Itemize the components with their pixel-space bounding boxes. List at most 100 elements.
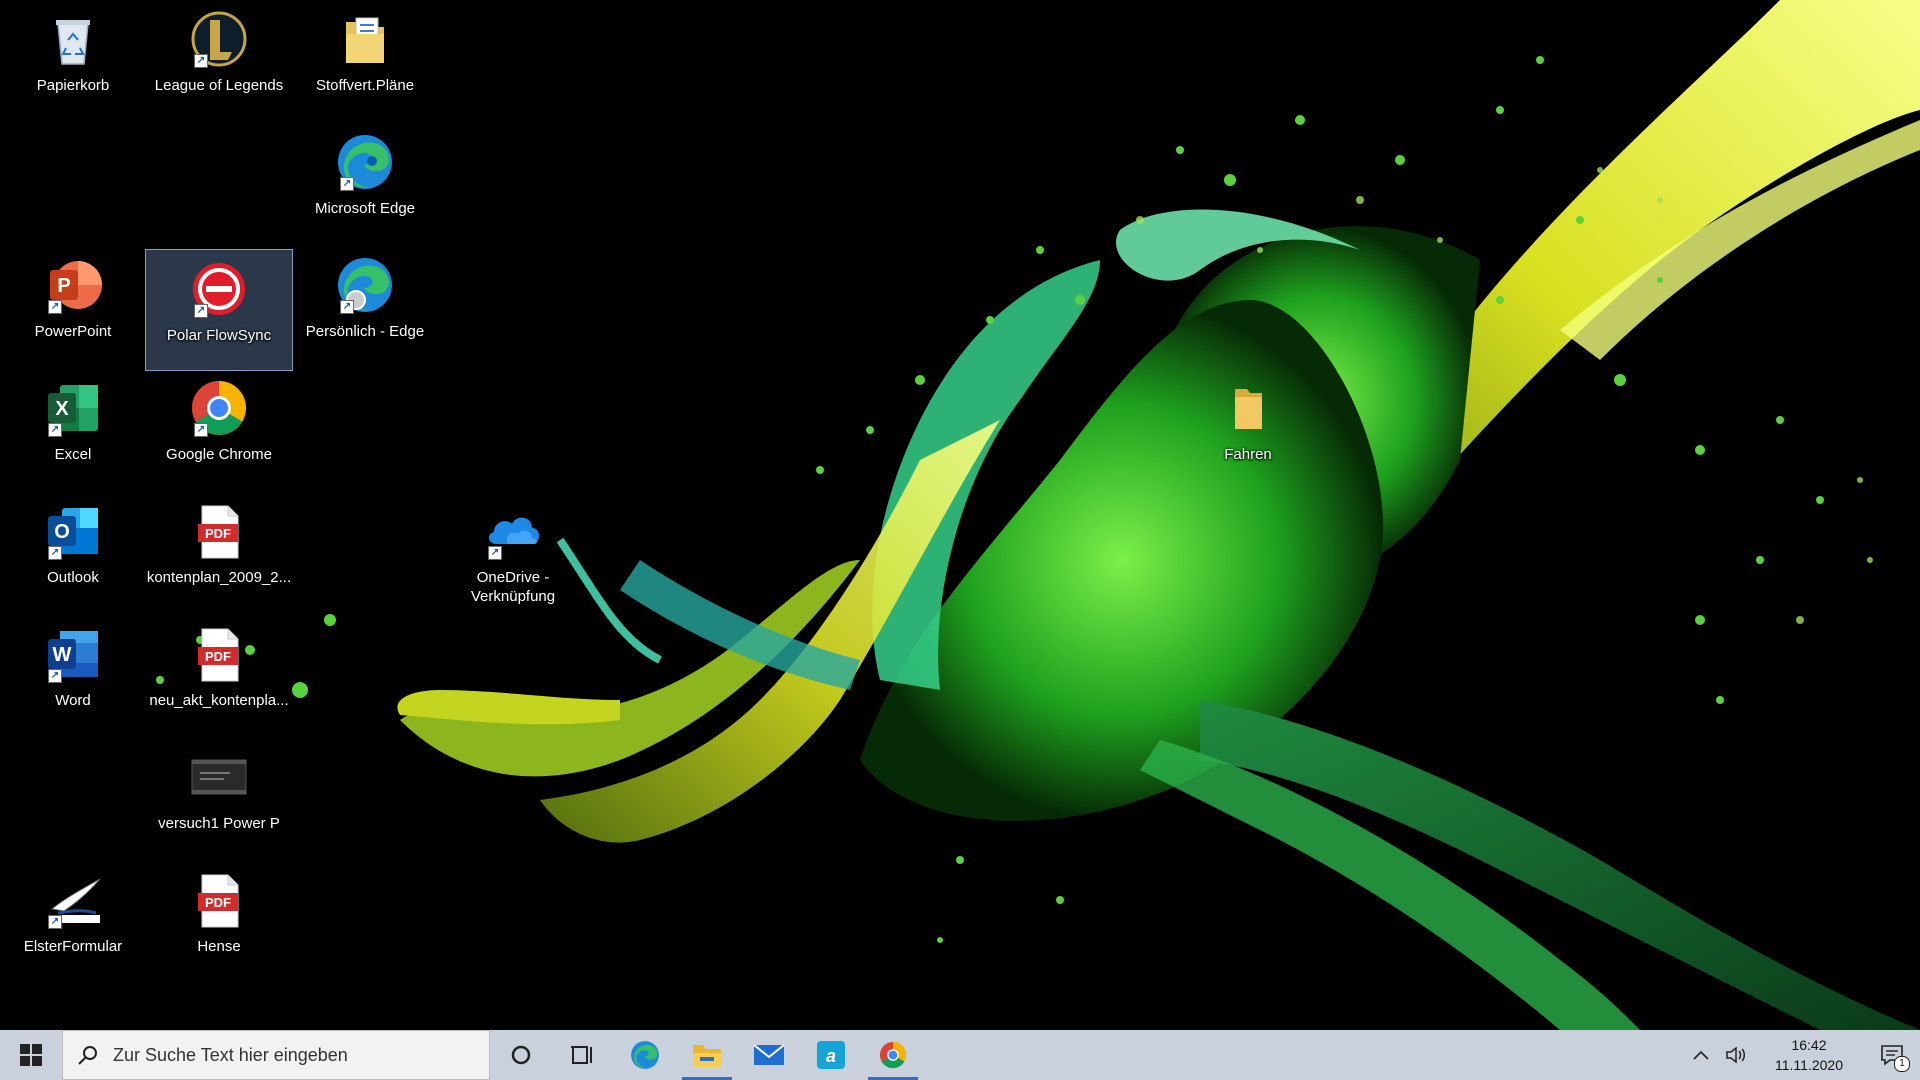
chrome-icon: ↗ — [188, 377, 250, 439]
svg-text:PDF: PDF — [205, 649, 231, 664]
desktop-icon-papierkorb[interactable]: Papierkorb — [0, 0, 146, 120]
excel-icon: X ↗ — [42, 377, 104, 439]
aldi-talk-icon: a — [817, 1041, 845, 1069]
notification-count-badge: 1 — [1894, 1056, 1910, 1072]
chrome-icon — [879, 1041, 907, 1069]
pdf-icon: PDF — [188, 869, 250, 931]
pdf-icon: PDF — [188, 500, 250, 562]
action-center-button[interactable]: 1 — [1864, 1030, 1920, 1080]
cortana-icon — [511, 1045, 531, 1065]
league-of-legends-icon: ↗ — [188, 8, 250, 70]
desktop-icon-kontenplan-2009[interactable]: PDF kontenplan_2009_2... — [146, 492, 292, 612]
onedrive-icon: ↗ — [482, 500, 544, 562]
task-view-icon — [571, 1046, 592, 1064]
icon-label: Papierkorb — [36, 77, 110, 94]
outlook-icon: O ↗ — [42, 500, 104, 562]
shortcut-arrow-icon: ↗ — [340, 300, 354, 314]
volume-button[interactable] — [1718, 1030, 1754, 1080]
taskbar-chrome[interactable] — [862, 1030, 924, 1080]
time-label: 16:42 — [1791, 1037, 1827, 1053]
svg-text:a: a — [826, 1046, 836, 1066]
desktop-icon-microsoft-edge[interactable]: ↗ Microsoft Edge — [292, 123, 438, 243]
shortcut-arrow-icon: ↗ — [48, 423, 62, 437]
icon-label: Word — [55, 692, 91, 709]
clock: 16:42 11.11.2020 — [1754, 1035, 1864, 1075]
desktop-icon-versuch1-power-p[interactable]: versuch1 Power P — [146, 738, 292, 858]
icon-label: OneDrive - Verknüpfung — [470, 569, 556, 605]
mail-icon — [753, 1044, 785, 1065]
search-placeholder: Zur Suche Text hier eingeben — [113, 1044, 348, 1065]
search-icon — [78, 1046, 97, 1065]
icon-label: Stoffvert.Pläne — [315, 77, 415, 94]
pdf-icon: PDF — [188, 623, 250, 685]
shortcut-arrow-icon: ↗ — [48, 669, 62, 683]
video-file-icon — [188, 746, 250, 808]
desktop-icon-hense[interactable]: PDF Hense — [146, 861, 292, 981]
taskbar: Zur Suche Text hier eingeben a 16:42 11.… — [0, 1030, 1920, 1080]
taskbar-aldi-talk[interactable]: a — [800, 1030, 862, 1080]
chevron-up-icon — [1693, 1050, 1709, 1060]
icon-label: Google Chrome — [166, 446, 272, 463]
icon-label: Persönlich - Edge — [305, 323, 425, 340]
svg-text:PDF: PDF — [205, 526, 231, 541]
cortana-button[interactable] — [490, 1030, 552, 1080]
taskbar-mail[interactable] — [738, 1030, 800, 1080]
word-icon: W ↗ — [42, 623, 104, 685]
folder-icon — [1217, 377, 1279, 439]
shortcut-arrow-icon: ↗ — [194, 304, 208, 318]
polar-flowsync-icon: ↗ — [188, 258, 250, 320]
taskbar-file-explorer[interactable] — [676, 1030, 738, 1080]
svg-text:X: X — [55, 398, 69, 420]
icon-label: PowerPoint — [34, 323, 112, 340]
icon-label: Excel — [54, 446, 92, 463]
icon-label: Hense — [197, 938, 241, 955]
taskbar-edge[interactable] — [614, 1030, 676, 1080]
task-view-button[interactable] — [552, 1030, 614, 1080]
icon-label: Outlook — [47, 569, 99, 586]
svg-text:O: O — [54, 521, 70, 543]
icon-label: Fahren — [1224, 446, 1272, 463]
folder-documents-icon — [334, 8, 396, 70]
search-input[interactable]: Zur Suche Text hier eingeben — [62, 1030, 490, 1080]
desktop-icon-polar-flowsync[interactable]: ↗ Polar FlowSync — [145, 249, 293, 371]
svg-text:PDF: PDF — [205, 895, 231, 910]
shortcut-arrow-icon: ↗ — [48, 546, 62, 560]
edge-icon — [631, 1041, 659, 1069]
shortcut-arrow-icon: ↗ — [340, 177, 354, 191]
recycle-bin-icon — [42, 8, 104, 70]
file-explorer-icon — [693, 1045, 721, 1067]
windows-logo-icon — [20, 1044, 42, 1066]
desktop-icon-powerpoint[interactable]: P ↗ PowerPoint — [0, 246, 146, 366]
desktop-icon-stoffvert-plaene[interactable]: Stoffvert.Pläne — [292, 0, 438, 120]
clock-button[interactable]: 16:42 11.11.2020 — [1754, 1030, 1864, 1080]
desktop-icon-elsterformular[interactable]: ↗ ElsterFormular — [0, 861, 146, 981]
shortcut-arrow-icon: ↗ — [48, 915, 62, 929]
icon-label: kontenplan_2009_2... — [146, 569, 292, 586]
shortcut-arrow-icon: ↗ — [48, 300, 62, 314]
desktop-icon-fahren[interactable]: Fahren — [1175, 369, 1321, 489]
elster-icon: ↗ — [42, 869, 104, 931]
show-hidden-icons-button[interactable] — [1684, 1030, 1718, 1080]
desktop-icon-neu-akt-kontenplan[interactable]: PDF neu_akt_kontenpla... — [146, 615, 292, 735]
icon-label: versuch1 Power P — [158, 815, 280, 832]
svg-text:W: W — [53, 644, 72, 666]
desktop-icon-excel[interactable]: X ↗ Excel — [0, 369, 146, 489]
edge-icon: ↗ — [334, 131, 396, 193]
desktop-icon-onedrive-verknuepfung[interactable]: ↗ OneDrive - Verknüpfung — [440, 492, 586, 612]
desktop-icon-word[interactable]: W ↗ Word — [0, 615, 146, 735]
icon-label: ElsterFormular — [23, 938, 123, 955]
icon-label: League of Legends — [154, 77, 284, 94]
icon-label: Polar FlowSync — [166, 327, 272, 344]
desktop-icon-outlook[interactable]: O ↗ Outlook — [0, 492, 146, 612]
powerpoint-icon: P ↗ — [42, 254, 104, 316]
shortcut-arrow-icon: ↗ — [194, 54, 208, 68]
icon-label: Microsoft Edge — [314, 200, 416, 217]
desktop-icon-league-of-legends[interactable]: ↗ League of Legends — [146, 0, 292, 120]
system-tray: 16:42 11.11.2020 1 — [1684, 1030, 1920, 1080]
desktop-icon-google-chrome[interactable]: ↗ Google Chrome — [146, 369, 292, 489]
desktop-icon-persoenlich-edge[interactable]: ↗ Persönlich - Edge — [292, 246, 438, 366]
speaker-icon — [1726, 1046, 1745, 1064]
start-button[interactable] — [0, 1030, 62, 1080]
shortcut-arrow-icon: ↗ — [194, 423, 208, 437]
shortcut-arrow-icon: ↗ — [488, 546, 502, 560]
